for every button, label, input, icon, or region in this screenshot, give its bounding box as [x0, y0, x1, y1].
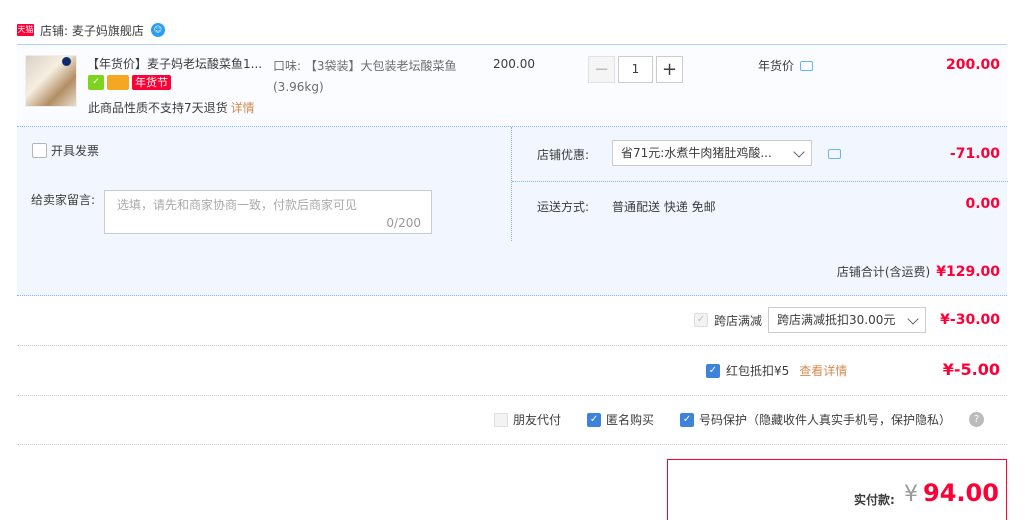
shop-discount-select[interactable]: 省71元:水煮牛肉猪肚鸡酸... — [612, 140, 812, 166]
cross-store-checkbox: ✓ — [694, 313, 708, 327]
number-protect-option[interactable]: ✓ 号码保护（隐藏收件人真实手机号，保护隐私） — [680, 411, 951, 428]
chat-icon[interactable]: ☺ — [150, 23, 165, 37]
store-name[interactable]: 店铺: 麦子妈旗舰店 — [40, 22, 144, 39]
festival-badge: 年货节 — [132, 75, 171, 90]
store-header: 天猫 店铺: 麦子妈旗舰店 ☺ — [17, 20, 165, 40]
currency-symbol: ¥ — [904, 482, 918, 507]
red-packet-amount: ¥-5.00 — [942, 360, 1000, 379]
anonymous-checkbox[interactable]: ✓ — [587, 412, 602, 427]
anonymous-option[interactable]: ✓ 匿名购买 — [587, 411, 654, 428]
price-tag-label: 年货价 — [758, 59, 795, 73]
payment-label: 实付款: — [854, 493, 895, 507]
anonymous-label: 匿名购买 — [606, 413, 655, 427]
shop-discount-amount: -71.00 — [949, 146, 1000, 162]
invoice-checkbox[interactable] — [32, 143, 47, 158]
subtotal-label: 店铺合计(含运费) — [836, 265, 931, 279]
divider — [17, 444, 1007, 445]
subtotal-amount: ¥129.00 — [936, 264, 1000, 280]
service-icons: ✓ 年货节 — [88, 75, 171, 90]
item-total: 200.00 — [945, 57, 1000, 73]
cross-store-discount: ✓ 跨店满减 跨店满减抵扣30.00元 — [694, 307, 927, 333]
invoice-option[interactable]: 开具发票 — [32, 142, 99, 159]
friend-pay-option: 朋友代付 — [494, 411, 561, 428]
order-block: 【年货价】麦子妈老坛酸菜鱼1... ✓ 年货节 此商品性质不支持7天退货 详情 口… — [17, 44, 1008, 296]
brand-dot-icon — [62, 57, 71, 66]
item-row: 【年货价】麦子妈老坛酸菜鱼1... ✓ 年货节 此商品性质不支持7天退货 详情 口… — [17, 45, 1007, 127]
payment-box: 实付款: ¥ 94.00 — [667, 459, 1007, 520]
shipping-label: 运送方式: — [537, 200, 590, 214]
shop-discount-label: 店铺优惠: — [537, 148, 590, 162]
invoice-label: 开具发票 — [51, 144, 100, 158]
decrease-button[interactable]: − — [588, 56, 615, 83]
cross-store-amount: ¥-30.00 — [940, 312, 1000, 328]
discount-panel: 店铺优惠: 省71元:水煮牛肉猪肚鸡酸... -71.00 运送方式: 普通配送… — [511, 127, 1008, 241]
red-packet-label: 红包抵扣¥5 — [726, 364, 790, 378]
number-protect-label: 号码保护（隐藏收件人真实手机号，保护隐私） — [699, 413, 952, 427]
friend-pay-checkbox — [494, 412, 508, 427]
comment-icon[interactable] — [828, 149, 841, 159]
message-label: 给卖家留言: — [31, 193, 96, 207]
cross-store-label: 跨店满减 — [714, 313, 763, 328]
shop-discount-row: 店铺优惠: 省71元:水煮牛肉猪肚鸡酸... -71.00 — [512, 127, 1008, 182]
red-packet-row: ✓ 红包抵扣¥5 查看详情 — [706, 362, 847, 379]
shop-discount-value: 省71元:水煮牛肉猪肚鸡酸... — [621, 146, 772, 160]
increase-button[interactable]: + — [656, 56, 683, 83]
purchase-options: 朋友代付 ✓ 匿名购买 ✓ 号码保护（隐藏收件人真实手机号，保护隐私） ? — [494, 411, 985, 428]
quantity-stepper: − 1 + — [588, 56, 683, 83]
message-textarea[interactable]: 选填，请先和商家协商一致，付款后商家可见 0/200 — [104, 190, 432, 234]
no-return-text: 此商品性质不支持7天退货 — [88, 101, 228, 115]
quantity-input[interactable]: 1 — [618, 56, 653, 83]
store-subtotal: 店铺合计(含运费) ¥129.00 — [717, 263, 1000, 280]
card-icon — [107, 75, 129, 90]
friend-pay-label: 朋友代付 — [513, 413, 562, 427]
guarantee-icon: ✓ — [88, 75, 104, 90]
no-return-notice: 此商品性质不支持7天退货 详情 — [88, 99, 255, 116]
divider — [17, 395, 1007, 396]
product-spec: 口味: 【3袋装】大包装老坛酸菜鱼(3.96kg) — [273, 59, 457, 94]
view-details-link[interactable]: 查看详情 — [799, 362, 847, 379]
payment-amount: 94.00 — [923, 479, 999, 507]
message-placeholder: 选填，请先和商家协商一致，付款后商家可见 — [117, 198, 358, 212]
tmall-icon: 天猫 — [17, 24, 34, 36]
cross-store-value: 跨店满减抵扣30.00元 — [777, 313, 896, 327]
comment-icon[interactable] — [800, 60, 814, 71]
detail-link[interactable]: 详情 — [231, 101, 255, 115]
chevron-down-icon — [793, 146, 805, 158]
price-tag: 年货价 — [758, 57, 814, 74]
message-count: 0/200 — [386, 216, 421, 230]
shipping-method: 普通配送 快递 免邮 — [612, 200, 716, 214]
shipping-amount: 0.00 — [965, 196, 1000, 212]
product-title[interactable]: 【年货价】麦子妈老坛酸菜鱼1... — [87, 55, 265, 72]
red-packet-checkbox[interactable]: ✓ — [706, 363, 720, 378]
help-icon[interactable]: ? — [969, 412, 985, 427]
divider — [17, 345, 1007, 346]
number-protect-checkbox[interactable]: ✓ — [680, 412, 695, 427]
unit-price: 200.00 — [493, 57, 535, 71]
